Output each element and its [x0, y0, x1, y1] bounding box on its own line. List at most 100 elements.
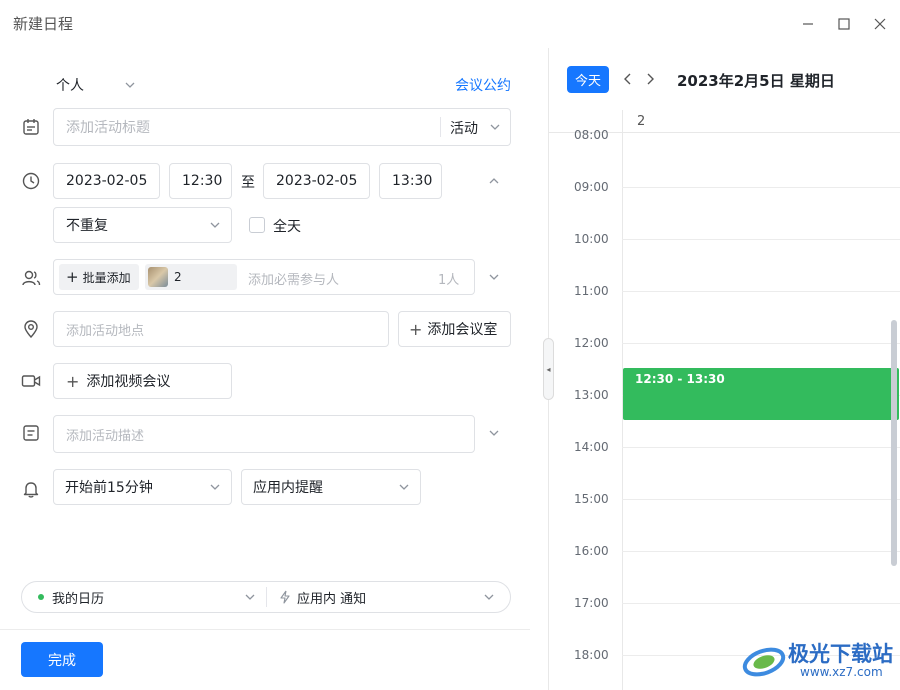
people-icon — [21, 268, 41, 288]
start-time-value: 12:30 — [182, 173, 223, 189]
description-placeholder: 添加活动描述 — [66, 428, 145, 444]
minimize-icon[interactable] — [798, 14, 818, 34]
chevron-down-icon[interactable] — [488, 427, 500, 439]
my-calendar-label: 我的日历 — [52, 591, 105, 607]
attendee-placeholder: 添加必需参与人 — [248, 273, 340, 288]
hour-label: 15:00 — [574, 492, 609, 506]
event-time-label: 12:30 - 13:30 — [635, 372, 725, 386]
hour-line — [622, 603, 900, 604]
hour-label: 12:00 — [574, 336, 609, 350]
title-input[interactable]: 添加活动标题 活动 — [53, 108, 511, 146]
video-camera-icon — [21, 371, 41, 391]
plus-icon: + — [66, 268, 79, 286]
notify-label: 应用内 通知 — [297, 591, 367, 607]
calendar-notify-bar: 我的日历 应用内 通知 — [21, 581, 511, 613]
hour-label: 18:00 — [574, 648, 609, 662]
batch-add-label: 批量添加 — [82, 270, 131, 285]
location-placeholder: 添加活动地点 — [66, 323, 145, 339]
clock-icon — [21, 171, 41, 191]
chevron-down-icon — [244, 591, 256, 603]
all-day-checkbox[interactable] — [249, 217, 265, 233]
repeat-select[interactable]: 不重复 — [53, 207, 232, 243]
meeting-policy-link[interactable]: 会议公约 — [455, 75, 511, 95]
hour-label: 11:00 — [574, 284, 609, 298]
reminder-time-value: 开始前15分钟 — [65, 480, 153, 496]
start-date-field[interactable]: 2023-02-05 — [53, 163, 160, 199]
plus-icon: + — [409, 319, 423, 339]
repeat-value: 不重复 — [66, 218, 108, 234]
hour-label: 09:00 — [574, 180, 609, 194]
chevron-down-icon — [483, 591, 495, 603]
day-column-header: 2 — [637, 114, 646, 129]
batch-add-button[interactable]: + 批量添加 — [59, 264, 139, 290]
reminder-method-select[interactable]: 应用内提醒 — [241, 469, 421, 505]
today-button[interactable]: 今天 — [567, 66, 609, 93]
hour-line — [622, 291, 900, 292]
hour-line — [622, 187, 900, 188]
chevron-down-icon — [124, 79, 136, 91]
logo-icon — [742, 647, 786, 677]
add-video-label: 添加视频会议 — [86, 374, 171, 390]
calendar-date-title: 2023年2月5日 星期日 — [677, 72, 835, 90]
hour-line — [622, 239, 900, 240]
chevron-down-icon — [209, 481, 221, 493]
chevron-right-icon[interactable] — [643, 70, 659, 88]
attendee-chip[interactable]: 2 — [145, 264, 237, 290]
end-date-value: 2023-02-05 — [276, 173, 358, 189]
hour-label: 14:00 — [574, 440, 609, 454]
reminder-time-select[interactable]: 开始前15分钟 — [53, 469, 232, 505]
chevron-down-icon — [209, 219, 221, 231]
chevron-down-icon[interactable] — [488, 271, 500, 283]
to-label: 至 — [241, 175, 255, 191]
location-input[interactable]: 添加活动地点 — [53, 311, 389, 347]
hour-label: 16:00 — [574, 544, 609, 558]
done-button[interactable]: 完成 — [21, 642, 103, 677]
description-icon — [21, 423, 41, 443]
add-room-button[interactable]: + 添加会议室 — [398, 311, 511, 347]
start-date-value: 2023-02-05 — [66, 173, 148, 189]
event-form: 个人 会议公约 添加活动标题 活动 2023-02-05 12:30 至 202… — [0, 48, 548, 690]
hour-line — [622, 499, 900, 500]
chevron-up-icon[interactable] — [488, 175, 500, 187]
notify-select[interactable]: 应用内 通知 — [267, 582, 511, 612]
divider — [440, 117, 441, 137]
calendar-day-view: 今天 2023年2月5日 星期日 2 08:00 09:00 10:00 11:00 1… — [549, 48, 900, 690]
calendar-type-select[interactable]: 个人 — [56, 75, 136, 95]
attendee-total: 1人 — [438, 273, 460, 288]
calendar-event[interactable]: 12:30 - 13:30 — [623, 368, 899, 420]
end-time-field[interactable]: 13:30 — [379, 163, 442, 199]
description-input[interactable]: 添加活动描述 — [53, 415, 475, 453]
my-calendar-select[interactable]: 我的日历 — [22, 582, 266, 612]
add-video-meeting-button[interactable]: + 添加视频会议 — [53, 363, 232, 399]
title-bar: 新建日程 — [0, 0, 900, 48]
hour-line — [622, 343, 900, 344]
attendee-input[interactable]: + 批量添加 2 添加必需参与人 1人 — [53, 259, 475, 295]
watermark-url: www.xz7.com — [800, 665, 883, 679]
reminder-method-value: 应用内提醒 — [253, 480, 323, 496]
end-date-field[interactable]: 2023-02-05 — [263, 163, 370, 199]
add-room-label: 添加会议室 — [427, 322, 498, 338]
hour-label: 17:00 — [574, 596, 609, 610]
calendar-type-value: 个人 — [56, 78, 84, 94]
chevron-left-icon[interactable] — [619, 70, 635, 88]
watermark-logo: 极光下载站 www.xz7.com — [740, 636, 896, 686]
plus-icon: + — [66, 371, 80, 391]
hour-label: 13:00 — [574, 388, 609, 402]
close-icon[interactable] — [870, 14, 890, 34]
location-pin-icon — [21, 319, 41, 339]
event-type-value[interactable]: 活动 — [450, 118, 478, 138]
lightning-icon — [279, 590, 291, 604]
chevron-down-icon — [489, 121, 501, 133]
hour-label: 08:00 — [574, 128, 609, 142]
avatar — [148, 267, 168, 287]
maximize-icon[interactable] — [834, 14, 854, 34]
end-time-value: 13:30 — [392, 173, 433, 189]
chevron-down-icon — [398, 481, 410, 493]
calendar-icon — [21, 117, 41, 137]
hour-label: 10:00 — [574, 232, 609, 246]
footer-divider — [0, 629, 530, 630]
title-placeholder: 添加活动标题 — [66, 120, 150, 136]
hour-line — [622, 551, 900, 552]
start-time-field[interactable]: 12:30 — [169, 163, 232, 199]
scrollbar[interactable] — [891, 320, 897, 566]
